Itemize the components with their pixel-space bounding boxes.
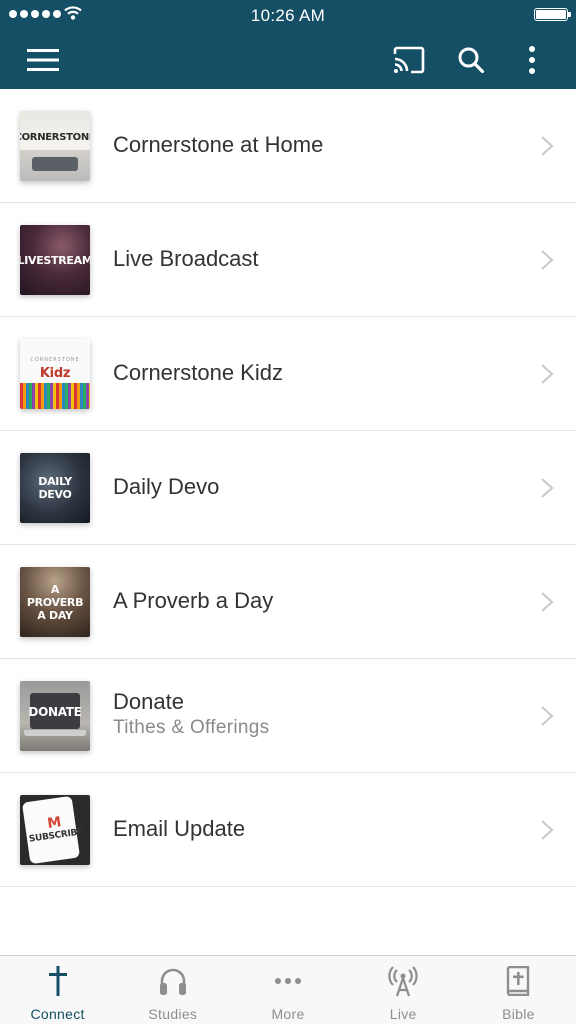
tab-label: More [271,1006,305,1022]
tab-label: Live [389,1006,417,1022]
cross-icon [48,966,67,996]
bible-icon [507,966,530,996]
tab-label: Connect [30,1006,85,1022]
subscribe-thumbnail: M SUBSCRIBE [20,795,90,865]
chevron-right-icon [541,706,554,726]
toolbar [0,30,576,89]
list-item-title: Cornerstone at Home [113,132,324,157]
daily-devo-thumbnail: DAILY DEVO [20,453,90,523]
broadcast-tower-icon [388,966,418,997]
headphones-icon [159,968,186,995]
tab-live[interactable]: Live [346,956,461,1024]
tab-label: Studies [148,1006,198,1022]
chevron-right-icon [541,820,554,840]
more-options-button[interactable] [509,37,555,83]
list-item-title: Daily Devo [113,474,220,499]
list-item-subtitle: Tithes & Offerings [113,717,270,738]
list-item-title: Email Update [113,816,246,841]
chevron-right-icon [541,364,554,384]
chevron-right-icon [541,592,554,612]
horizontal-ellipsis-icon [275,978,301,984]
search-icon [458,47,485,74]
status-time: 10:26 AM [250,6,326,25]
list-item-title: Live Broadcast [113,246,259,271]
tab-more[interactable]: More [230,956,345,1024]
chevron-right-icon [541,136,554,156]
hamburger-menu-button[interactable] [20,37,66,83]
donate-thumbnail: DONATE [20,681,90,751]
list-item-live-broadcast[interactable]: LIVESTREAM Live Broadcast [0,203,576,317]
list-item-email-update[interactable]: M SUBSCRIBE Email Update [0,773,576,887]
livestream-thumbnail: LIVESTREAM [20,225,90,295]
list-item-daily-devo[interactable]: DAILY DEVO Daily Devo [0,431,576,545]
proverb-thumbnail: A PROVERB A DAY [20,567,90,637]
chevron-right-icon [541,250,554,270]
search-button[interactable] [448,37,494,83]
tab-connect[interactable]: Connect [0,956,115,1024]
cast-icon [393,46,425,74]
tab-bible[interactable]: Bible [461,956,576,1024]
cast-button[interactable] [386,37,432,83]
tab-label: Bible [502,1006,535,1022]
list-item-title: Cornerstone Kidz [113,360,283,385]
tab-bar: Connect Studies More Live Bible [0,955,576,1024]
content-list: CORNERSTONE Cornerstone at Home LIVESTRE… [0,89,576,887]
list-item-cornerstone-kidz[interactable]: CORNERSTONE Kidz Cornerstone Kidz [0,317,576,431]
vertical-ellipsis-icon [529,46,535,74]
hamburger-menu-icon [27,49,59,71]
status-bar: 10:26 AM [0,0,576,30]
list-item-donate[interactable]: DONATE Donate Tithes & Offerings [0,659,576,773]
chevron-right-icon [541,478,554,498]
battery-icon [534,8,571,21]
list-item-title: Donate [113,689,184,714]
tab-studies[interactable]: Studies [115,956,230,1024]
list-item-cornerstone-at-home[interactable]: CORNERSTONE Cornerstone at Home [0,89,576,203]
cornerstone-at-home-thumbnail: CORNERSTONE [20,111,90,181]
cornerstone-kidz-thumbnail: CORNERSTONE Kidz [20,339,90,409]
list-item-title: A Proverb a Day [113,588,274,613]
app-header: 10:26 AM [0,0,576,89]
list-item-a-proverb-a-day[interactable]: A PROVERB A DAY A Proverb a Day [0,545,576,659]
